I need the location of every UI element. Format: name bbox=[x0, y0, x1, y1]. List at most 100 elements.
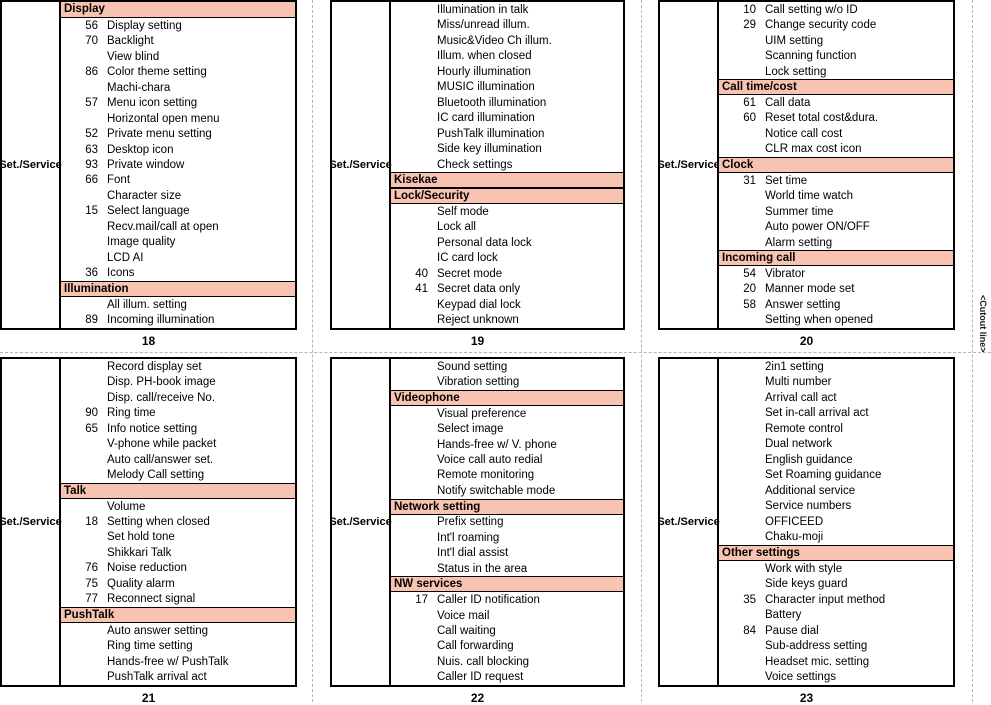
function-name: Bluetooth illumination bbox=[437, 96, 547, 109]
function-table-22: Set./Service Sound setting Vibration setti… bbox=[329, 357, 625, 687]
function-name: Check settings bbox=[437, 158, 513, 171]
function-name: Side keys guard bbox=[765, 578, 848, 591]
function-name: Machi-chara bbox=[107, 81, 171, 94]
function-name: Summer time bbox=[765, 205, 834, 218]
function-row: Multi number bbox=[719, 375, 953, 391]
function-row: 56 Display setting bbox=[61, 18, 295, 33]
function-name: 2in1 setting bbox=[765, 360, 824, 373]
function-row: Illumination in talk bbox=[391, 2, 623, 17]
function-name: Battery bbox=[765, 609, 802, 622]
section-header-label: Kisekae bbox=[394, 174, 438, 187]
function-name: Reject unknown bbox=[437, 314, 519, 327]
function-page-ref: 76 bbox=[85, 562, 98, 575]
section-header-label: Lock/Security bbox=[394, 190, 470, 203]
function-row: Lock setting bbox=[719, 64, 953, 79]
function-row: 76 Noise reduction bbox=[61, 561, 295, 576]
function-name: Alarm setting bbox=[765, 236, 833, 249]
function-row: Sub-address setting bbox=[719, 638, 953, 654]
function-name: All illum. setting bbox=[107, 298, 187, 311]
function-name: Remote monitoring bbox=[437, 469, 535, 482]
function-name: PushTalk arrival act bbox=[107, 671, 207, 684]
function-row: Prefix setting bbox=[391, 515, 623, 530]
section-header-row: Other settings bbox=[719, 545, 953, 561]
section-header-row: Call time/cost bbox=[719, 79, 953, 96]
category-cell: Set./Service bbox=[657, 359, 720, 685]
function-page-ref: 57 bbox=[85, 97, 98, 110]
function-row: Keypad dial lock bbox=[391, 297, 623, 312]
function-name: Multi number bbox=[765, 376, 832, 389]
function-page-ref: 17 bbox=[415, 594, 428, 607]
function-name: Disp. PH-book image bbox=[107, 376, 216, 389]
function-name: Image quality bbox=[107, 236, 176, 249]
function-name: English guidance bbox=[765, 453, 853, 466]
function-row: 31 Set time bbox=[719, 173, 953, 188]
function-table-21: Set./Service Record display set Disp. PH-b… bbox=[0, 357, 297, 687]
function-name: Secret mode bbox=[437, 267, 503, 280]
function-row: Setting when opened bbox=[719, 313, 953, 328]
function-name: Vibration setting bbox=[437, 376, 520, 389]
function-row: 52 Private menu setting bbox=[61, 126, 295, 141]
function-page-ref: 89 bbox=[85, 314, 98, 327]
function-name: Answer setting bbox=[765, 298, 841, 311]
function-row: Vibration setting bbox=[391, 374, 623, 389]
function-name: Color theme setting bbox=[107, 66, 207, 79]
section-header-row: Videophone bbox=[391, 389, 623, 406]
rows-container: 10 Call setting w/o ID 29 Change security c… bbox=[719, 2, 953, 328]
function-row: CLR max cost icon bbox=[719, 142, 953, 157]
section-header-row: Kisekae bbox=[391, 172, 623, 189]
function-name: CLR max cost icon bbox=[765, 143, 862, 156]
function-row: Auto answer setting bbox=[61, 623, 295, 638]
function-name: Set hold tone bbox=[107, 531, 175, 544]
function-page-ref: 18 bbox=[85, 516, 98, 528]
function-row: 58 Answer setting bbox=[719, 297, 953, 312]
category-label: Set./Service bbox=[0, 515, 62, 528]
function-row: Int'l dial assist bbox=[391, 545, 623, 560]
function-row: 57 Menu icon setting bbox=[61, 95, 295, 110]
function-row: Side keys guard bbox=[719, 576, 953, 592]
function-row: Music&Video Ch illum. bbox=[391, 33, 623, 48]
function-row: Shikkari Talk bbox=[61, 545, 295, 560]
function-name: Ring time bbox=[107, 407, 156, 420]
function-row: 70 Backlight bbox=[61, 33, 295, 48]
category-cell: Set./Service bbox=[329, 359, 392, 685]
function-page-ref: 58 bbox=[743, 298, 756, 311]
function-name: Font bbox=[107, 174, 131, 187]
function-name: Melody Call setting bbox=[107, 469, 205, 482]
function-name: Private menu setting bbox=[107, 128, 212, 141]
function-page-ref: 10 bbox=[743, 3, 756, 16]
function-name: Caller ID notification bbox=[437, 594, 540, 607]
function-name: Call waiting bbox=[437, 624, 496, 637]
function-name: Set time bbox=[765, 174, 808, 187]
function-page-ref: 20 bbox=[743, 283, 756, 296]
function-page-ref: 56 bbox=[85, 19, 98, 32]
function-row: Machi-chara bbox=[61, 80, 295, 95]
category-label: Set./Service bbox=[657, 158, 720, 171]
cut-guide-line-vertical-2 bbox=[641, 0, 642, 702]
function-row: Remote monitoring bbox=[391, 468, 623, 483]
function-name: Lock setting bbox=[765, 65, 827, 78]
function-name: Self mode bbox=[437, 205, 489, 218]
function-row: 60 Reset total cost&dura. bbox=[719, 111, 953, 126]
rows-container: Sound setting Vibration setting Videophone… bbox=[391, 359, 623, 685]
function-name: Vibrator bbox=[765, 267, 806, 280]
function-row: Hands-free w/ PushTalk bbox=[61, 654, 295, 669]
function-name: Work with style bbox=[765, 562, 843, 575]
section-header-row: Illumination bbox=[61, 281, 295, 298]
function-row: PushTalk illumination bbox=[391, 126, 623, 141]
section-header-label: Videophone bbox=[394, 391, 460, 404]
rows-container: Record display set Disp. PH-book image Dis… bbox=[61, 359, 295, 685]
function-name: View blind bbox=[107, 50, 160, 63]
category-label: Set./Service bbox=[329, 515, 392, 528]
function-row: 2in1 setting bbox=[719, 359, 953, 375]
function-row: Volume bbox=[61, 499, 295, 514]
function-page-ref: 77 bbox=[85, 593, 98, 606]
function-row: 75 Quality alarm bbox=[61, 576, 295, 591]
function-name: Arrival call act bbox=[765, 391, 837, 404]
function-name: Menu icon setting bbox=[107, 97, 198, 110]
function-row: Miss/unread illum. bbox=[391, 17, 623, 32]
section-header-row: Clock bbox=[719, 157, 953, 173]
function-row: Horizontal open menu bbox=[61, 111, 295, 126]
function-row: Record display set bbox=[61, 359, 295, 374]
function-row: 54 Vibrator bbox=[719, 266, 953, 281]
section-header-row: Lock/Security bbox=[391, 188, 623, 205]
